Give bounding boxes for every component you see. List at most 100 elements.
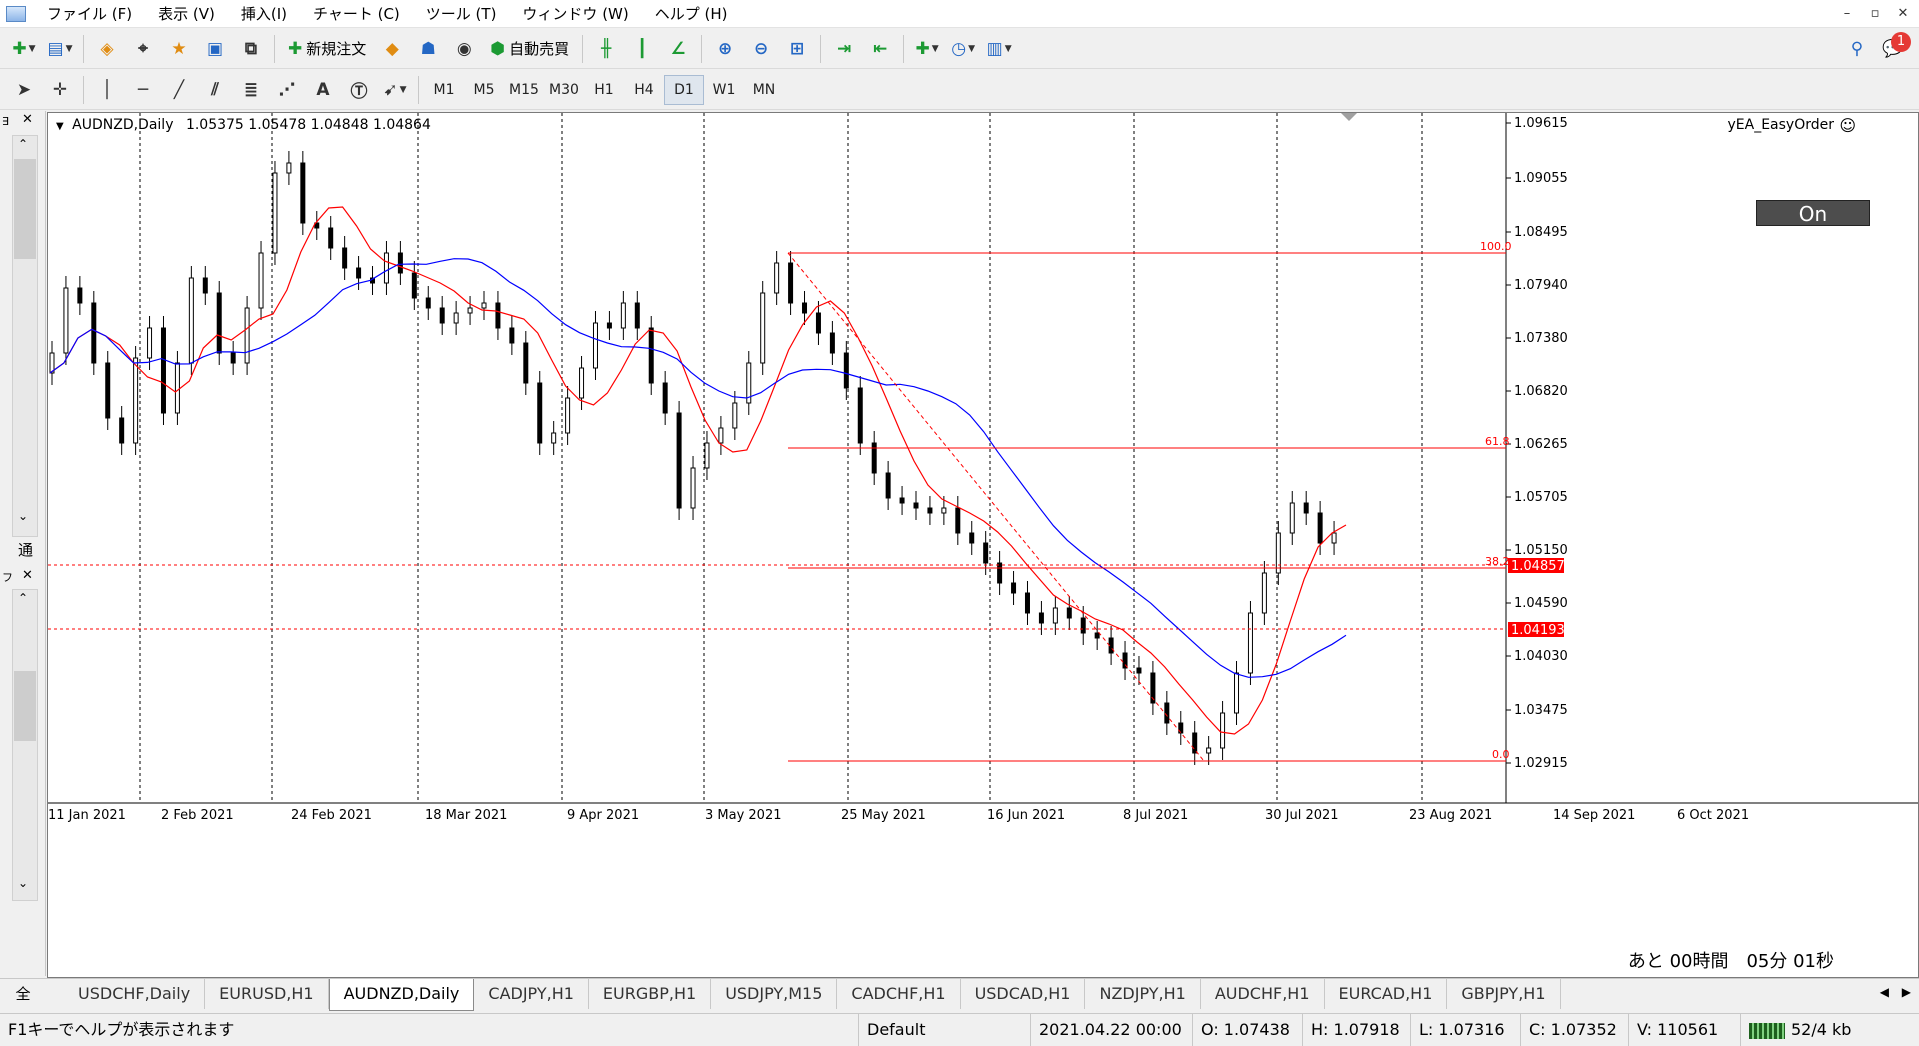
- menu-insert[interactable]: 挿入(I): [228, 0, 300, 28]
- time-axis-label: 14 Sep 2021: [1553, 808, 1635, 823]
- menu-view[interactable]: 表示 (V): [145, 0, 228, 28]
- chart-shift-icon[interactable]: ⇤: [864, 34, 896, 64]
- scroll-up-icon[interactable]: ⌃: [18, 137, 28, 151]
- candle-body: [202, 277, 208, 294]
- signals-icon[interactable]: ☗: [412, 34, 444, 64]
- toolbar-separator: [582, 34, 584, 63]
- candle-body: [788, 262, 794, 304]
- text-icon[interactable]: A: [307, 75, 339, 105]
- metaeditor-icon[interactable]: ◆: [376, 34, 408, 64]
- timeframe-m15-button[interactable]: M15: [504, 75, 544, 105]
- timeframe-mn-button[interactable]: MN: [744, 75, 784, 105]
- zoom-in-icon[interactable]: ⊕: [709, 34, 741, 64]
- restore-icon[interactable]: ▫: [1864, 4, 1886, 24]
- chart-tab[interactable]: AUDNZD,Daily: [328, 979, 475, 1011]
- search-icon[interactable]: ⚲: [1841, 34, 1873, 64]
- candle-body: [1038, 612, 1044, 624]
- chart-tab[interactable]: CADJPY,H1: [474, 979, 589, 1009]
- chart-tab[interactable]: USDCHF,Daily: [64, 979, 206, 1009]
- scroll-up-icon[interactable]: ⌃: [18, 591, 28, 605]
- candle-body: [676, 412, 682, 509]
- close-icon[interactable]: ✕: [1892, 4, 1914, 24]
- candle-body: [1024, 592, 1030, 614]
- candle-body: [286, 162, 292, 174]
- timeframe-w1-button[interactable]: W1: [704, 75, 744, 105]
- menu-help[interactable]: ヘルプ (H): [642, 0, 741, 28]
- profiles-button[interactable]: ▤ ▼: [44, 34, 76, 64]
- new-chart-button[interactable]: ✚ ▼: [8, 34, 40, 64]
- timeframe-m5-button[interactable]: M5: [464, 75, 504, 105]
- candlestick-chart-icon[interactable]: ┃: [626, 34, 658, 64]
- timeframe-m1-button[interactable]: M1: [424, 75, 464, 105]
- cursor-icon[interactable]: ➤: [8, 75, 40, 105]
- data-window-icon[interactable]: ⌖: [127, 34, 159, 64]
- text-label-icon[interactable]: Ⓣ: [343, 75, 375, 105]
- menu-window[interactable]: ウィンドウ (W): [509, 0, 641, 28]
- navigator-icon[interactable]: ★: [163, 34, 195, 64]
- minimize-icon[interactable]: –: [1836, 4, 1858, 24]
- channel-icon[interactable]: ⫽: [199, 75, 231, 105]
- terminal-icon[interactable]: ▣: [199, 34, 231, 64]
- vertical-line-icon[interactable]: │: [91, 75, 123, 105]
- chart-menu-icon[interactable]: ▼: [56, 121, 64, 132]
- chart-canvas[interactable]: 1.09615 1.09055 1.08495 1.07940 1.07380 1.068…: [48, 113, 1918, 977]
- auto-scroll-icon[interactable]: ⇥: [828, 34, 860, 64]
- candle-body: [216, 292, 222, 354]
- zoom-out-icon[interactable]: ⊖: [745, 34, 777, 64]
- scrollbar-thumb[interactable]: [14, 671, 36, 741]
- chart-tab[interactable]: EURCAD,H1: [1325, 979, 1448, 1009]
- auto-trading-button[interactable]: ⬢ 自動売買: [484, 34, 575, 64]
- scrollbar-thumb[interactable]: [14, 159, 36, 259]
- timeframe-h4-button[interactable]: H4: [624, 75, 664, 105]
- chart-tab[interactable]: EURUSD,H1: [205, 979, 329, 1009]
- chart-tab[interactable]: GBPJPY,H1: [1447, 979, 1561, 1009]
- line-chart-icon[interactable]: ∠: [662, 34, 694, 64]
- candle-body: [1052, 607, 1058, 624]
- panel-close-icon[interactable]: ✕: [22, 568, 33, 583]
- periods-button[interactable]: ◷ ▼: [947, 34, 979, 64]
- fibo-fan-icon[interactable]: ⋰: [271, 75, 303, 105]
- panel-tab-label[interactable]: 通: [18, 539, 33, 560]
- indicators-button[interactable]: ✚ ▼: [911, 34, 943, 64]
- notification-badge: 1: [1891, 31, 1911, 52]
- chart-tab[interactable]: AUDCHF,H1: [1201, 979, 1325, 1009]
- price-axis-label: 1.09055: [1514, 171, 1568, 186]
- timeframe-m30-button[interactable]: M30: [544, 75, 584, 105]
- timeframe-d1-button[interactable]: D1: [664, 74, 704, 105]
- menu-chart[interactable]: チャート (C): [300, 0, 413, 28]
- arrows-button[interactable]: ➹ ▼: [379, 75, 411, 105]
- ea-on-button[interactable]: On: [1756, 200, 1870, 226]
- horizontal-line-icon[interactable]: ─: [127, 75, 159, 105]
- fibo-retracement-icon[interactable]: ≣: [235, 75, 267, 105]
- tab-scroll-left-icon[interactable]: ◀: [1880, 985, 1889, 999]
- tile-windows-icon[interactable]: ⊞: [781, 34, 813, 64]
- fibo-level-label: 38.2: [1485, 555, 1510, 568]
- bar-chart-icon[interactable]: ╫: [590, 34, 622, 64]
- tab-scroll-right-icon[interactable]: ▶: [1902, 985, 1911, 999]
- chart-tab[interactable]: EURGBP,H1: [589, 979, 712, 1009]
- candle-body: [927, 507, 933, 514]
- market-watch-icon[interactable]: ◈: [91, 34, 123, 64]
- templates-button[interactable]: ▥ ▼: [983, 34, 1015, 64]
- chart-tab[interactable]: CADCHF,H1: [837, 979, 961, 1009]
- trendline-icon[interactable]: ╱: [163, 75, 195, 105]
- menu-file[interactable]: ファイル (F): [34, 0, 145, 28]
- scroll-down-icon[interactable]: ⌄: [18, 876, 28, 890]
- panel-scrollbar[interactable]: [12, 589, 38, 901]
- panel-close-icon[interactable]: ✕: [22, 112, 33, 127]
- menu-tools[interactable]: ツール (T): [413, 0, 510, 28]
- strategy-tester-icon[interactable]: ⧉: [235, 34, 267, 64]
- scroll-down-icon[interactable]: ⌄: [18, 509, 28, 523]
- chart-tab[interactable]: NZDJPY,H1: [1085, 979, 1201, 1009]
- candle-body: [969, 532, 975, 544]
- panel-tab-all[interactable]: 全: [0, 979, 46, 1009]
- timeframe-h1-button[interactable]: H1: [584, 75, 624, 105]
- market-icon[interactable]: ◉: [448, 34, 480, 64]
- chart-tab[interactable]: USDJPY,M15: [711, 979, 838, 1009]
- chart-tab[interactable]: USDCAD,H1: [961, 979, 1086, 1009]
- menu-bar: ファイル (F) 表示 (V) 挿入(I) チャート (C) ツール (T) ウ…: [0, 0, 1919, 28]
- crosshair-icon[interactable]: ✛: [44, 75, 76, 105]
- new-order-button[interactable]: ✚ 新規注文: [282, 34, 372, 64]
- price-chart[interactable]: 1.09615 1.09055 1.08495 1.07940 1.07380 1.068…: [47, 112, 1919, 978]
- notifications-button[interactable]: 💬 1: [1877, 31, 1911, 64]
